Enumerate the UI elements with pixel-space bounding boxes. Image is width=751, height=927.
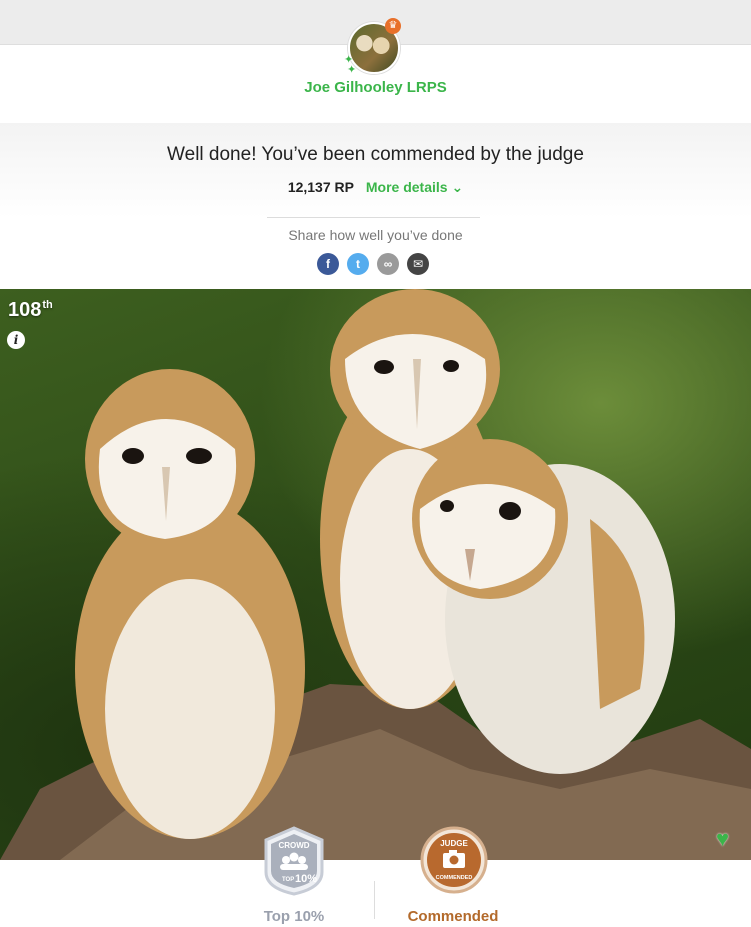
crowd-badge-top: TOP [282, 877, 294, 883]
share-prompt: Share how well you’ve done [288, 227, 463, 243]
rank-number: 108 [8, 299, 42, 321]
crowd-badge-percent: 10% [295, 873, 317, 885]
crown-icon: ♛ [385, 18, 401, 34]
awards-divider [374, 881, 375, 919]
owl-photo[interactable] [0, 289, 751, 860]
email-share-icon[interactable]: ✉ [407, 253, 429, 275]
divider [267, 217, 480, 218]
crowd-award-label: Top 10% [263, 908, 325, 925]
stars-icon: ✦ ✦ [344, 54, 357, 76]
owl-illustration [0, 289, 751, 860]
more-details-link[interactable]: More details ⌄ [366, 179, 463, 195]
rank-suffix: th [42, 299, 53, 312]
crowd-top10-badge-icon: CROWD TOP 10% [264, 826, 324, 896]
facebook-share-icon[interactable]: f [317, 253, 339, 275]
heart-icon[interactable]: ♥ [716, 826, 729, 852]
judge-badge-subtitle: COMMENDED [436, 875, 473, 881]
result-band [0, 123, 751, 218]
result-stats: 12,137 RP More details ⌄ [0, 179, 751, 196]
info-icon[interactable]: i [7, 331, 25, 349]
judge-award-label: Commended [407, 908, 499, 925]
copy-link-icon[interactable]: ∞ [377, 253, 399, 275]
rank-label: 108th [8, 299, 53, 322]
result-headline: Well done! You’ve been commended by the … [167, 144, 584, 165]
rp-value: 12,137 RP [287, 179, 354, 195]
judge-badge-title: JUDGE [440, 839, 468, 848]
twitter-share-icon[interactable]: t [347, 253, 369, 275]
judge-commended-badge-icon: JUDGE COMMENDED [420, 826, 488, 894]
crowd-badge-title: CROWD [278, 841, 309, 850]
share-buttons: f t ∞ ✉ [317, 253, 429, 275]
username[interactable]: Joe Gilhooley LRPS [0, 79, 751, 96]
